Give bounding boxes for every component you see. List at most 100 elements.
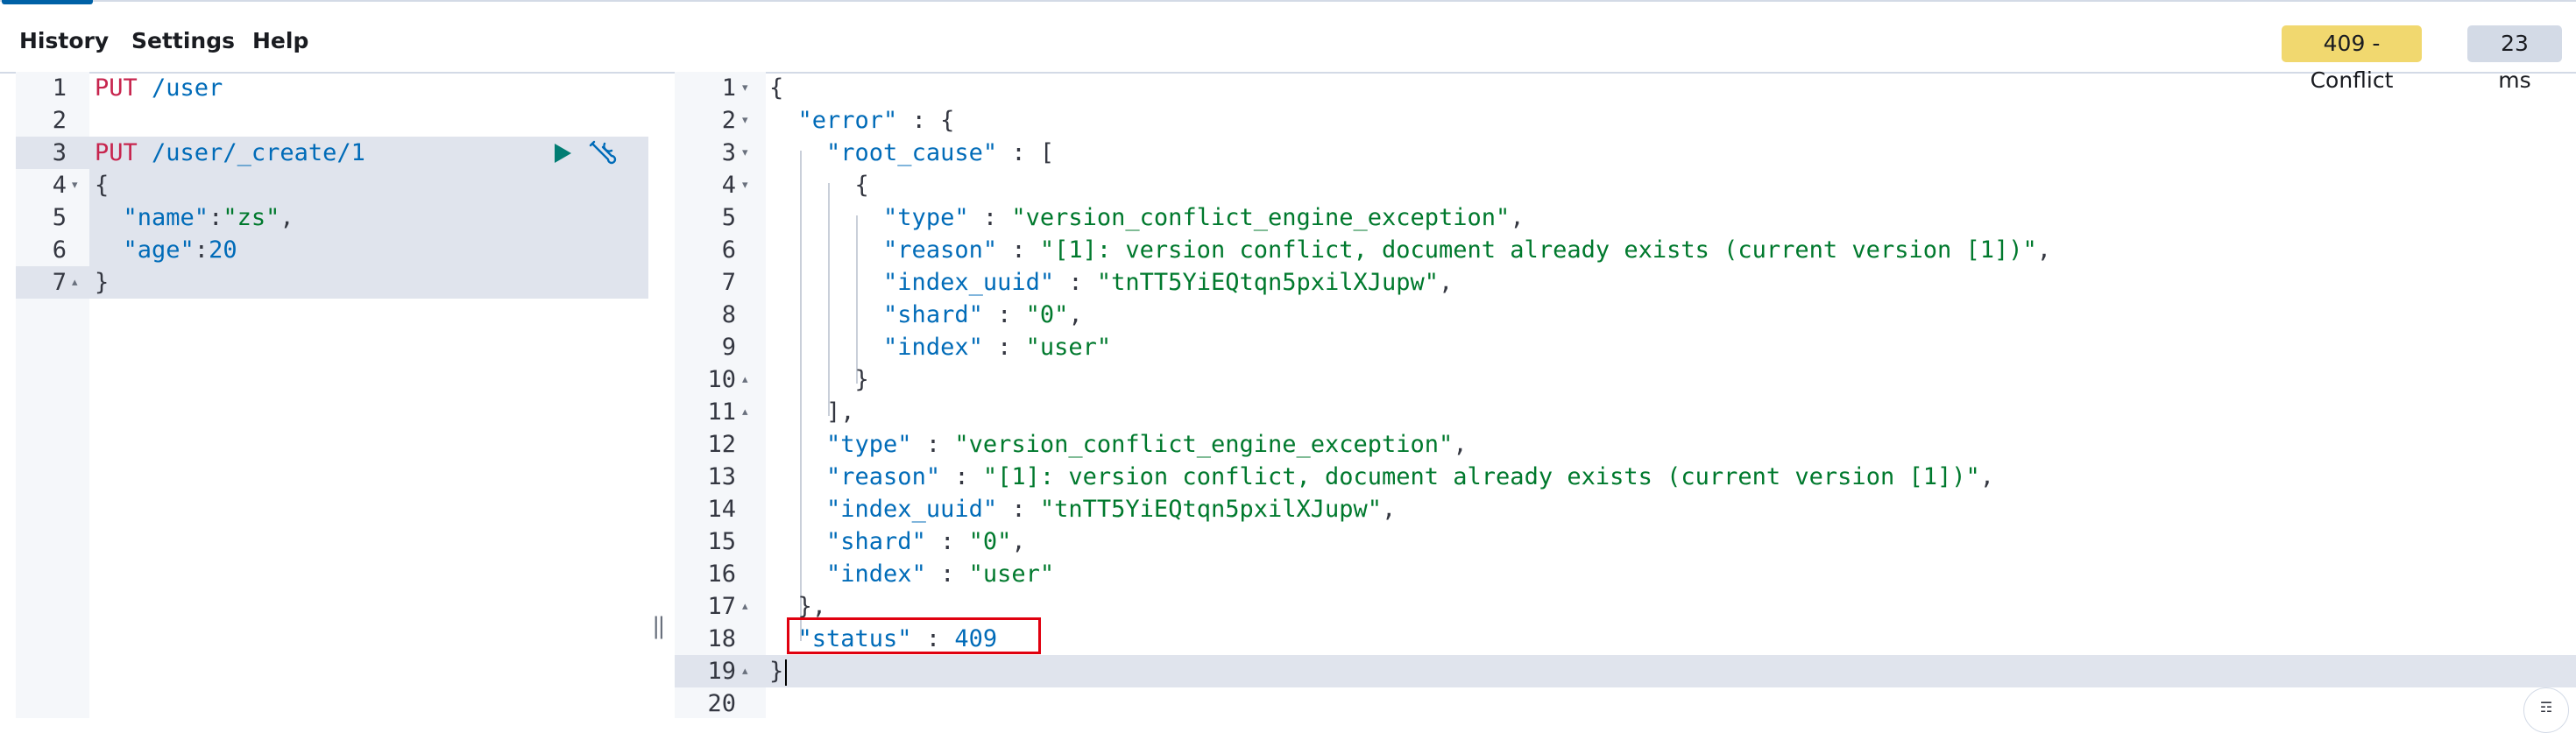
- separator: :: [925, 528, 969, 555]
- selected-request-highlight-row: [89, 169, 648, 201]
- json-key: "reason": [826, 463, 941, 490]
- json-number: 20: [209, 236, 237, 264]
- brace: }: [95, 269, 110, 296]
- line-number: 11: [707, 398, 736, 426]
- request-line: "name":"zs",: [95, 201, 294, 234]
- json-string: "version_conflict_engine_exception": [1011, 204, 1511, 231]
- fold-toggle-icon[interactable]: ▾: [72, 169, 78, 201]
- line-number: 5: [52, 204, 67, 231]
- response-line: {: [769, 72, 783, 104]
- json-key: "type": [826, 431, 912, 458]
- separator: :: [911, 431, 955, 458]
- comma: ,: [1439, 269, 1454, 296]
- fold-toggle-icon[interactable]: ▾: [742, 104, 748, 137]
- line-number: 2: [721, 107, 736, 134]
- comma: ,: [1011, 528, 1026, 555]
- json-string: "version_conflict_engine_exception": [954, 431, 1454, 458]
- request-editor[interactable]: 1 2 3 4 5 6 7 ▾ ▴ PUT /user PUT /user/_c…: [0, 72, 648, 718]
- comma: ,: [1510, 204, 1525, 231]
- fold-toggle-icon[interactable]: ▾: [742, 137, 748, 169]
- request-actions: [552, 137, 617, 169]
- line-number: 1: [52, 74, 67, 102]
- comma: ,: [1382, 496, 1397, 523]
- bracket: ],: [826, 398, 855, 426]
- play-icon[interactable]: [552, 142, 573, 165]
- request-line: PUT /user/_create/1: [95, 137, 365, 169]
- active-line-highlight: [675, 655, 2576, 687]
- line-number: 6: [52, 236, 67, 264]
- text-cursor: [785, 659, 788, 686]
- response-line: "index_uuid" : "tnTT5YiEQtqn5pxilXJupw",: [769, 493, 1396, 525]
- response-line: "root_cause" : [: [769, 137, 1054, 169]
- response-line: "shard" : "0",: [769, 525, 1026, 558]
- separator: :: [982, 334, 1026, 361]
- json-string: "0": [968, 528, 1012, 555]
- response-line: {: [769, 169, 869, 201]
- line-number: 3: [721, 139, 736, 166]
- json-key: "name": [123, 204, 209, 231]
- help-corner-icon[interactable]: ☶: [2523, 687, 2569, 733]
- wrench-icon[interactable]: [587, 138, 617, 168]
- separator: :: [982, 301, 1026, 328]
- fold-toggle-icon[interactable]: ▴: [742, 590, 748, 623]
- request-line: {: [95, 169, 109, 201]
- response-line: "reason" : "[1]: version conflict, docum…: [769, 234, 2051, 266]
- colon: :: [209, 204, 223, 231]
- line-number: 6: [721, 236, 736, 264]
- brace: }: [854, 366, 869, 393]
- json-string: "tnTT5YiEQtqn5pxilXJupw": [1096, 269, 1440, 296]
- response-line: "index_uuid" : "tnTT5YiEQtqn5pxilXJupw",: [769, 266, 1453, 299]
- line-number: 4: [721, 172, 736, 199]
- pane-resizer-handle[interactable]: ‖: [652, 613, 666, 639]
- line-number: 16: [707, 560, 736, 588]
- colon: :: [194, 236, 209, 264]
- fold-toggle-icon[interactable]: ▴: [742, 396, 748, 428]
- line-number: 18: [707, 625, 736, 652]
- json-key: "index_uuid": [826, 496, 998, 523]
- brace: {: [95, 172, 110, 199]
- fold-toggle-icon[interactable]: ▴: [72, 266, 78, 299]
- response-line: "index" : "user": [769, 558, 1054, 590]
- line-number: 7: [52, 269, 67, 296]
- comma: ,: [1979, 463, 1995, 490]
- json-string: "user": [1025, 334, 1112, 361]
- line-number: 10: [707, 366, 736, 393]
- line-number: 12: [707, 431, 736, 458]
- active-line-highlight: [16, 266, 648, 299]
- response-line: ],: [769, 396, 855, 428]
- line-number: 15: [707, 528, 736, 555]
- line-number: 4: [52, 172, 67, 199]
- help-menu-button[interactable]: Help: [252, 28, 308, 53]
- response-line: "shard" : "0",: [769, 299, 1083, 331]
- json-key: "index_uuid": [883, 269, 1055, 296]
- json-string: "tnTT5YiEQtqn5pxilXJupw": [1039, 496, 1383, 523]
- json-key: "index": [826, 560, 926, 588]
- separator: :: [997, 236, 1040, 264]
- json-string: "zs": [223, 204, 280, 231]
- status-badge: 409 - Conflict: [2282, 25, 2422, 93]
- fold-toggle-icon[interactable]: ▴: [742, 363, 748, 396]
- line-number: 9: [721, 334, 736, 361]
- response-line: "reason" : "[1]: version conflict, docum…: [769, 461, 1994, 493]
- separator: :: [925, 560, 969, 588]
- line-number: 13: [707, 463, 736, 490]
- response-line: }: [769, 363, 869, 396]
- fold-toggle-icon[interactable]: ▾: [742, 72, 748, 104]
- fold-toggle-icon[interactable]: ▴: [742, 655, 748, 687]
- line-number: 3: [52, 139, 67, 166]
- json-string: "[1]: version conflict, document already…: [982, 463, 1980, 490]
- json-key: "age": [123, 236, 195, 264]
- line-number: 20: [707, 690, 736, 717]
- fold-toggle-icon[interactable]: ▾: [742, 169, 748, 201]
- request-line: PUT /user: [95, 72, 223, 104]
- response-line: "type" : "version_conflict_engine_except…: [769, 201, 1525, 234]
- settings-menu-button[interactable]: Settings: [131, 28, 235, 53]
- http-method: PUT: [95, 74, 138, 102]
- brace: }: [769, 658, 784, 685]
- response-line: "type" : "version_conflict_engine_except…: [769, 428, 1468, 461]
- history-menu-button[interactable]: History: [19, 28, 109, 53]
- json-key: "index": [883, 334, 983, 361]
- response-line: "index" : "user": [769, 331, 1111, 363]
- separator: :: [940, 463, 983, 490]
- punctuation: : [: [997, 139, 1055, 166]
